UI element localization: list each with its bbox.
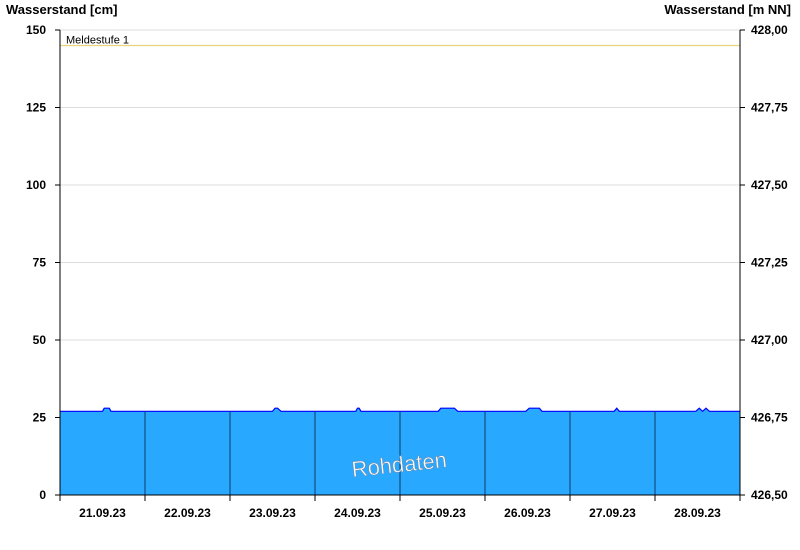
water-level-line xyxy=(60,407,740,413)
right-tick-label: 428,00 xyxy=(751,23,788,37)
meldestufe-label: Meldestufe 1 xyxy=(66,35,129,47)
x-tick-label: 22.09.23 xyxy=(164,506,211,520)
x-ticks: 21.09.23 22.09.23 23.09.23 24.09.23 25.09.23… xyxy=(59,495,741,520)
left-tick-label: 150 xyxy=(26,23,46,37)
x-tick-label: 26.09.23 xyxy=(504,506,551,520)
left-tick-label: 100 xyxy=(26,178,46,192)
x-tick-label: 21.09.23 xyxy=(79,506,126,520)
left-tick-label: 25 xyxy=(33,411,47,425)
x-tick-label: 24.09.23 xyxy=(334,506,381,520)
x-tick-label: 23.09.23 xyxy=(249,506,296,520)
left-axis-title: Wasserstand [cm] xyxy=(6,2,118,17)
left-tick-label: 125 xyxy=(26,101,46,115)
water-level-chart: Meldestufe 1 Rohdaten 0255075100125150 4… xyxy=(6,2,791,520)
right-tick-label: 427,00 xyxy=(751,333,788,347)
x-tick-label: 25.09.23 xyxy=(419,506,466,520)
left-tick-label: 75 xyxy=(33,256,47,270)
right-y-ticks: 426,50 426,75 427,00 427,25 427,50 427,75 428,… xyxy=(740,23,788,502)
grid-lines xyxy=(60,29,740,418)
right-axis-title: Wasserstand [m NN] xyxy=(664,2,791,17)
right-tick-label: 427,25 xyxy=(751,256,788,270)
right-tick-label: 426,50 xyxy=(751,488,788,502)
right-tick-label: 426,75 xyxy=(751,411,788,425)
left-tick-label: 0 xyxy=(39,488,46,502)
right-tick-label: 427,50 xyxy=(751,178,788,192)
right-tick-label: 427,75 xyxy=(751,101,788,115)
left-tick-label: 50 xyxy=(33,333,47,347)
x-tick-label: 27.09.23 xyxy=(589,506,636,520)
x-tick-label: 28.09.23 xyxy=(674,506,721,520)
left-y-ticks: 0 25 50 75 100 125 150 xyxy=(26,23,60,502)
